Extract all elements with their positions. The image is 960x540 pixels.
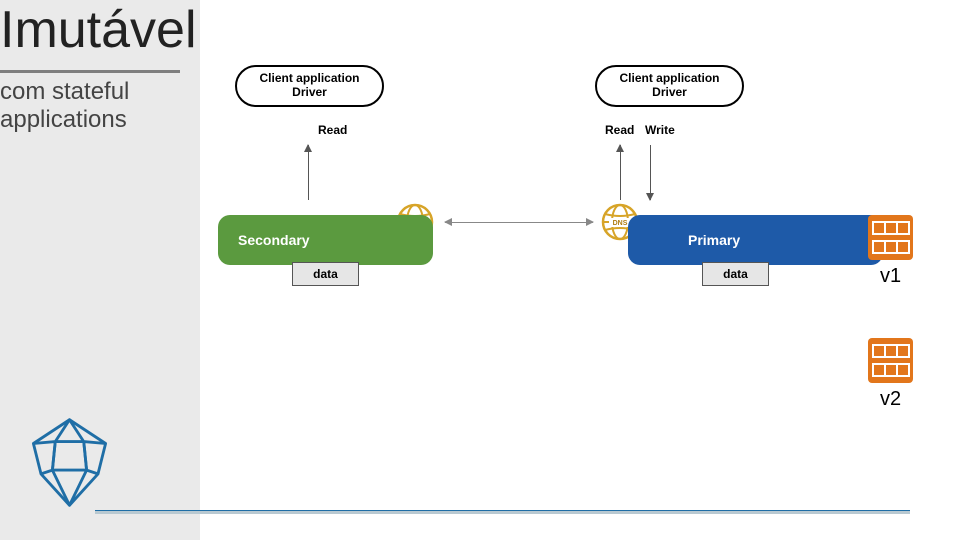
db-secondary-label: Secondary — [238, 232, 310, 248]
server-row — [872, 363, 910, 377]
client-left-line2: Driver — [237, 86, 382, 100]
read-label-right: Read — [605, 123, 634, 137]
read-label-left: Read — [318, 123, 347, 137]
server-icon-v1 — [868, 215, 913, 260]
svg-text:DNS: DNS — [613, 220, 628, 227]
db-primary: Primary — [628, 215, 883, 265]
gem-icon — [22, 415, 117, 510]
server-label-v2: v2 — [880, 388, 901, 411]
server-row — [872, 344, 910, 358]
server-row — [872, 240, 910, 254]
db-secondary: Secondary — [218, 215, 433, 265]
server-row — [872, 221, 910, 235]
server-label-v1: v1 — [880, 265, 901, 288]
db-primary-label: Primary — [688, 232, 740, 248]
arrow-read-right — [620, 145, 621, 200]
arrow-dns-link — [445, 222, 593, 223]
write-label-right: Write — [645, 123, 675, 137]
subtitle-line1: com stateful — [0, 78, 129, 105]
arrow-read-left — [308, 145, 309, 200]
title-underline — [0, 70, 180, 73]
client-left-line1: Client application — [237, 72, 382, 86]
server-icon-v2 — [868, 338, 913, 383]
client-right-line1: Client application — [597, 72, 742, 86]
client-box-right: Client application Driver — [595, 65, 744, 107]
bottom-divider — [95, 510, 910, 514]
page-subtitle: com stateful applications — [0, 78, 129, 133]
page-title: Imutável — [0, 0, 197, 60]
client-right-line2: Driver — [597, 86, 742, 100]
data-tag-right: data — [702, 262, 769, 286]
subtitle-line2: applications — [0, 106, 127, 133]
arrow-write-right — [650, 145, 651, 200]
data-tag-left: data — [292, 262, 359, 286]
client-box-left: Client application Driver — [235, 65, 384, 107]
